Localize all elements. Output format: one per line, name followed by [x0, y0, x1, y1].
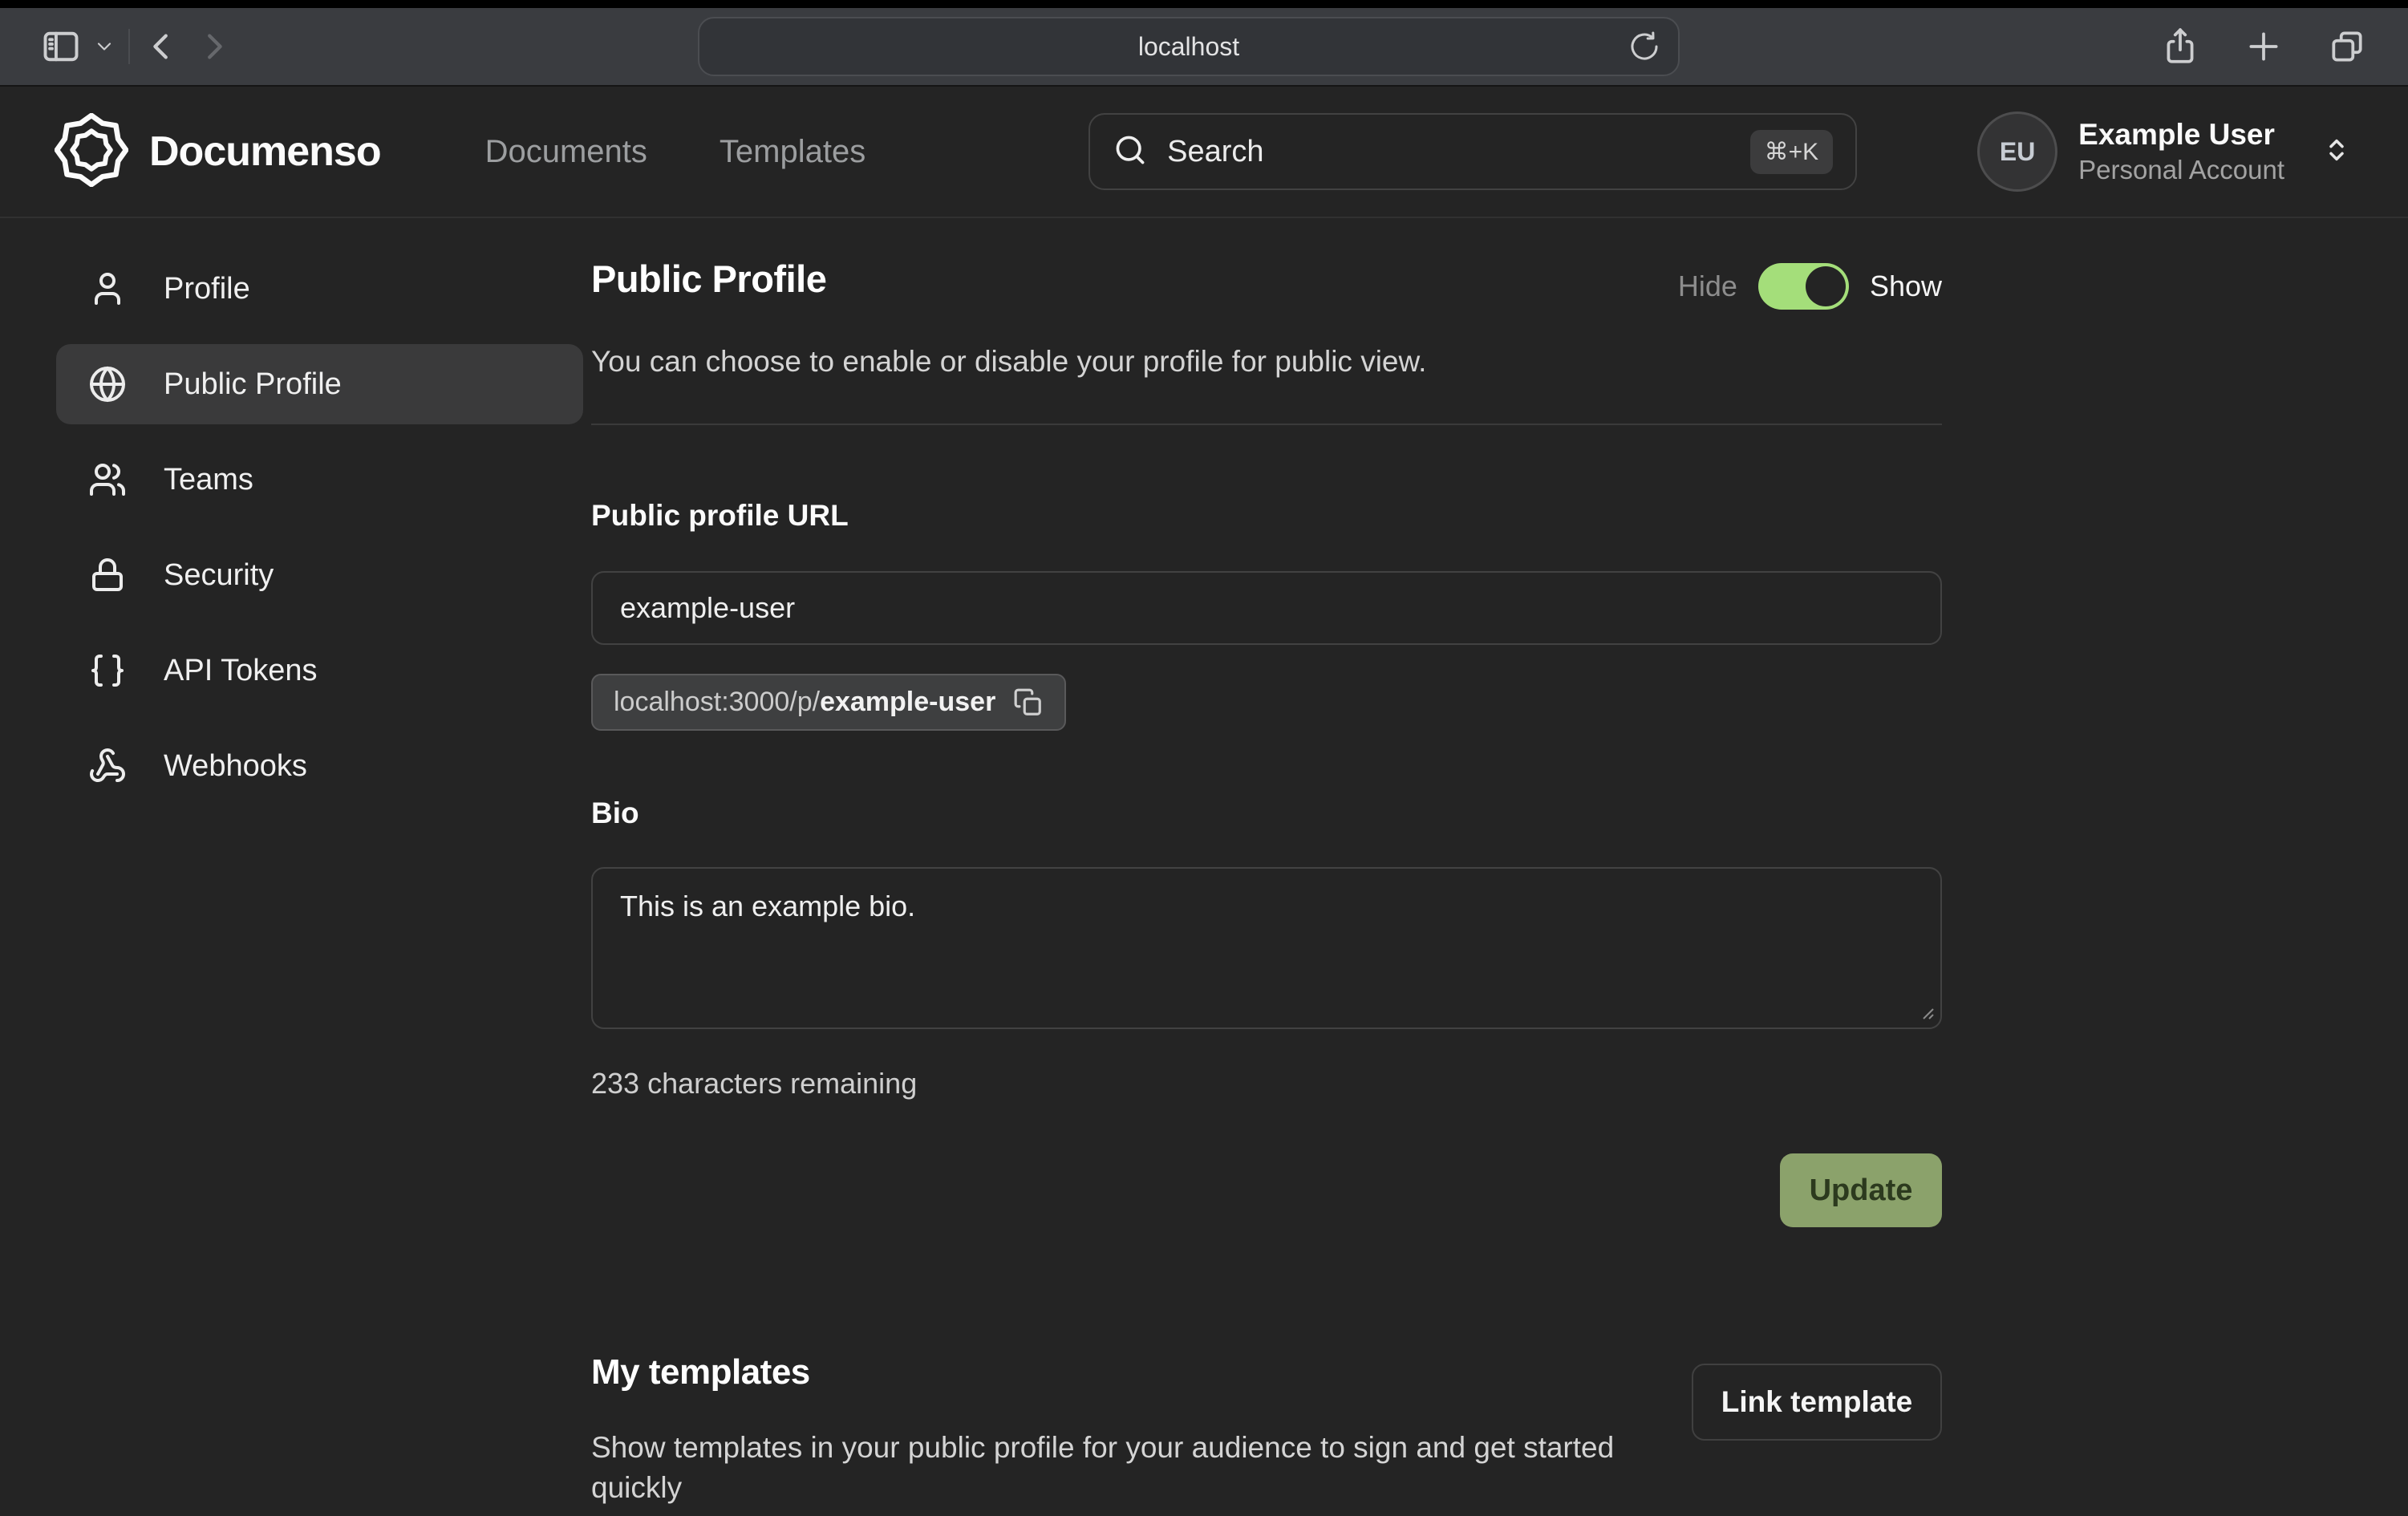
my-templates-header: My templates Show templates in your publ… [591, 1352, 1942, 1508]
toolbar-separator [128, 29, 130, 64]
divider [591, 424, 1942, 425]
sidebar-item-label: Security [164, 558, 274, 593]
browser-toolbar-right [2155, 21, 2373, 72]
sidebar-item-label: API Tokens [164, 654, 318, 688]
profile-visibility-toggle-row: Hide Show [1678, 263, 1942, 310]
lock-icon [88, 556, 127, 594]
toggle-knob [1806, 266, 1846, 306]
documenso-logo-icon [55, 113, 128, 191]
user-account-type: Personal Account [2078, 155, 2284, 185]
avatar[interactable]: EU [1977, 111, 2057, 192]
profile-url-text: localhost:3000/p/example-user [614, 687, 995, 718]
copy-icon [1013, 687, 1044, 718]
my-templates-title: My templates [591, 1352, 1658, 1392]
sidebar-item-label: Teams [164, 463, 253, 497]
bio-field-label: Bio [591, 797, 1942, 830]
browser-toolbar: localhost [0, 8, 2408, 87]
resize-grip-icon[interactable] [1916, 1002, 1936, 1025]
sidebar-item-public-profile[interactable]: Public Profile [56, 344, 583, 424]
brand[interactable]: Documenso [55, 113, 381, 191]
sidebar-item-label: Public Profile [164, 367, 342, 402]
sidebar-item-profile[interactable]: Profile [56, 249, 583, 329]
page-body: Profile Public Profile Teams Security AP… [0, 218, 2408, 1516]
characters-remaining: 233 characters remaining [591, 1067, 1942, 1101]
braces-icon [88, 651, 127, 690]
search-input[interactable] [1167, 135, 1730, 169]
url-field-label: Public profile URL [591, 499, 1942, 533]
sidebar-item-webhooks[interactable]: Webhooks [56, 726, 583, 806]
page-description: You can choose to enable or disable your… [591, 345, 1942, 379]
address-bar[interactable]: localhost [698, 17, 1680, 76]
window-top-strip [0, 0, 2408, 8]
update-row: Update [591, 1153, 1942, 1227]
search-bar[interactable]: ⌘+K [1088, 113, 1857, 190]
user-name: Example User [2078, 118, 2284, 152]
share-icon[interactable] [2155, 21, 2206, 72]
my-templates-description: Show templates in your public profile fo… [591, 1428, 1658, 1508]
user-menu[interactable]: EU Example User Personal Account [1977, 111, 2353, 192]
chevrons-up-down-icon[interactable] [2320, 133, 2353, 171]
profile-url-prefix: localhost:3000/p/ [614, 687, 820, 717]
screen: localhost Documen [0, 0, 2408, 1516]
settings-sidebar: Profile Public Profile Teams Security AP… [0, 218, 591, 1516]
sidebar-item-teams[interactable]: Teams [56, 440, 583, 520]
main-nav: Documents Templates [485, 134, 866, 170]
bio-wrap: This is an example bio. [591, 830, 1942, 1033]
profile-url-slug: example-user [820, 687, 995, 717]
profile-visibility-toggle[interactable] [1758, 263, 1849, 310]
public-profile-header: Public Profile Hide Show [591, 257, 1942, 310]
page-title: Public Profile [591, 257, 826, 301]
brand-name: Documenso [149, 128, 381, 176]
toggle-show-label: Show [1870, 270, 1942, 303]
bio-textarea[interactable]: This is an example bio. [591, 867, 1942, 1029]
back-icon[interactable] [136, 21, 188, 72]
public-profile-url-input[interactable] [591, 571, 1942, 645]
profile-url-copy-chip[interactable]: localhost:3000/p/example-user [591, 674, 1066, 731]
address-bar-url[interactable]: localhost [1138, 32, 1239, 62]
new-tab-icon[interactable] [2238, 21, 2289, 72]
browser-toolbar-left [35, 21, 239, 72]
user-meta: Example User Personal Account [2078, 118, 2284, 185]
link-template-button[interactable]: Link template [1692, 1364, 1942, 1441]
nav-templates[interactable]: Templates [720, 134, 866, 170]
reload-icon[interactable] [1628, 30, 1660, 63]
sidebar-item-security[interactable]: Security [56, 535, 583, 615]
nav-documents[interactable]: Documents [485, 134, 647, 170]
main-content: Public Profile Hide Show You can choose … [591, 218, 1942, 1516]
app-header: Documenso Documents Templates ⌘+K EU Exa… [0, 87, 2408, 218]
globe-icon [88, 365, 127, 403]
sidebar-item-label: Webhooks [164, 749, 307, 784]
toggle-hide-label: Hide [1678, 270, 1737, 303]
search-icon [1113, 132, 1148, 172]
sidebar-item-label: Profile [164, 272, 250, 306]
webhook-icon [88, 747, 127, 785]
forward-icon[interactable] [188, 21, 239, 72]
sidebar-item-api-tokens[interactable]: API Tokens [56, 630, 583, 711]
tab-overview-icon[interactable] [2321, 21, 2373, 72]
my-templates-text: My templates Show templates in your publ… [591, 1352, 1658, 1508]
user-icon [88, 270, 127, 308]
sidebar-toggle-icon[interactable] [35, 21, 87, 72]
update-button[interactable]: Update [1780, 1153, 1942, 1227]
users-icon [88, 460, 127, 499]
search-shortcut-badge: ⌘+K [1750, 130, 1834, 174]
sidebar-chevron-icon[interactable] [87, 21, 122, 72]
